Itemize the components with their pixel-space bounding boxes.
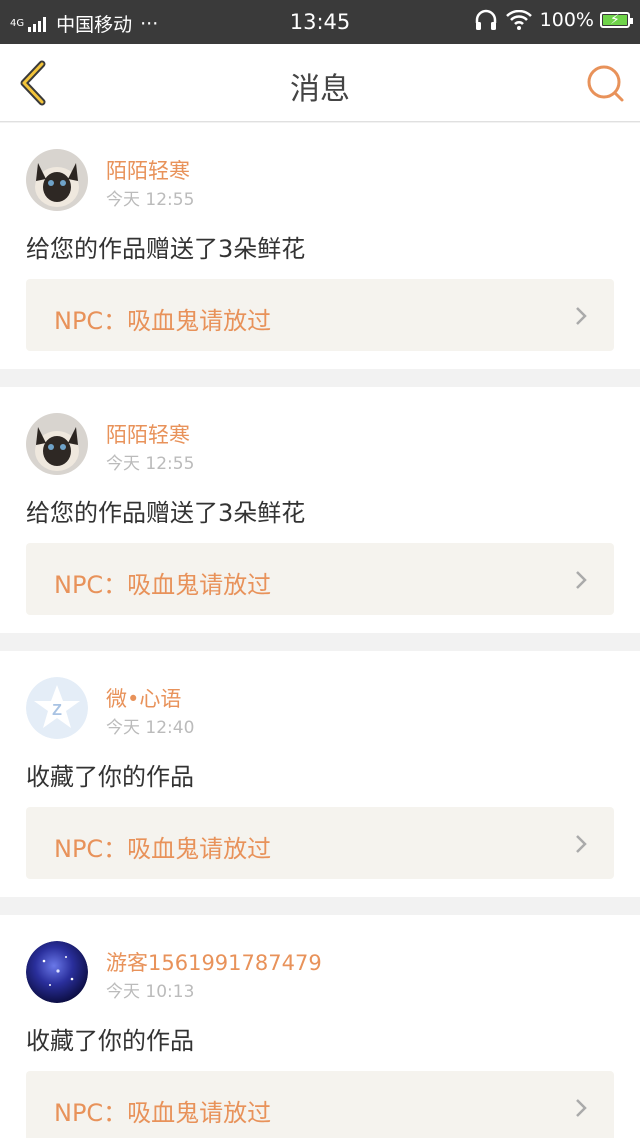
- message-list: 陌陌轻寒 今天 12:55 给您的作品赠送了3朵鲜花 NPC：吸血鬼请放过 陌陌…: [0, 123, 640, 1138]
- avatar[interactable]: [26, 413, 88, 475]
- username[interactable]: 陌陌轻寒: [106, 419, 190, 449]
- message-text: 给您的作品赠送了3朵鲜花: [26, 499, 306, 527]
- svg-text:Z: Z: [52, 702, 62, 719]
- work-title: NPC：吸血鬼请放过: [54, 835, 272, 863]
- chevron-right-icon: [576, 835, 587, 853]
- work-link[interactable]: NPC：吸血鬼请放过: [26, 807, 614, 879]
- username[interactable]: 微•心语: [106, 683, 181, 713]
- avatar[interactable]: Z: [26, 677, 88, 739]
- default-avatar-icon: Z: [26, 677, 88, 739]
- message-card: 游客1561991787479 今天 10:13 收藏了你的作品 NPC：吸血鬼…: [0, 915, 640, 1138]
- avatar[interactable]: [26, 149, 88, 211]
- chevron-right-icon: [576, 1099, 587, 1117]
- message-card: Z 微•心语 今天 12:40 收藏了你的作品 NPC：吸血鬼请放过: [0, 651, 640, 897]
- message-text: 给您的作品赠送了3朵鲜花: [26, 235, 306, 263]
- work-title: NPC：吸血鬼请放过: [54, 307, 272, 335]
- chevron-right-icon: [576, 307, 587, 325]
- work-link[interactable]: NPC：吸血鬼请放过: [26, 543, 614, 615]
- work-link[interactable]: NPC：吸血鬼请放过: [26, 279, 614, 351]
- message-time: 今天 10:13: [106, 982, 195, 1002]
- work-title: NPC：吸血鬼请放过: [54, 571, 272, 599]
- cat-avatar-icon: [26, 149, 88, 211]
- headphones-icon: [475, 9, 496, 30]
- message-time: 今天 12:55: [106, 454, 195, 474]
- message-card: 陌陌轻寒 今天 12:55 给您的作品赠送了3朵鲜花 NPC：吸血鬼请放过: [0, 123, 640, 369]
- battery-icon: ⚡: [600, 12, 633, 28]
- top-nav-bar: 消息: [0, 44, 640, 122]
- message-text: 收藏了你的作品: [26, 1027, 194, 1055]
- status-right: 100% ⚡: [474, 9, 633, 31]
- status-bar: 4G 中国移动 ··· 13:45 100% ⚡: [0, 0, 640, 44]
- username[interactable]: 陌陌轻寒: [106, 155, 190, 185]
- chevron-right-icon: [576, 571, 587, 589]
- message-time: 今天 12:40: [106, 718, 195, 738]
- galaxy-avatar-icon: [26, 941, 88, 1003]
- message-card: 陌陌轻寒 今天 12:55 给您的作品赠送了3朵鲜花 NPC：吸血鬼请放过: [0, 387, 640, 633]
- work-link[interactable]: NPC：吸血鬼请放过: [26, 1071, 614, 1138]
- avatar[interactable]: [26, 941, 88, 1003]
- username[interactable]: 游客1561991787479: [106, 947, 322, 977]
- work-title: NPC：吸血鬼请放过: [54, 1099, 272, 1127]
- page-title: 消息: [290, 72, 350, 107]
- message-text: 收藏了你的作品: [26, 763, 194, 791]
- search-icon[interactable]: [586, 64, 626, 104]
- wifi-icon: [505, 10, 532, 30]
- battery-percent: 100%: [539, 9, 594, 31]
- message-time: 今天 12:55: [106, 190, 195, 210]
- cat-avatar-icon: [26, 413, 88, 475]
